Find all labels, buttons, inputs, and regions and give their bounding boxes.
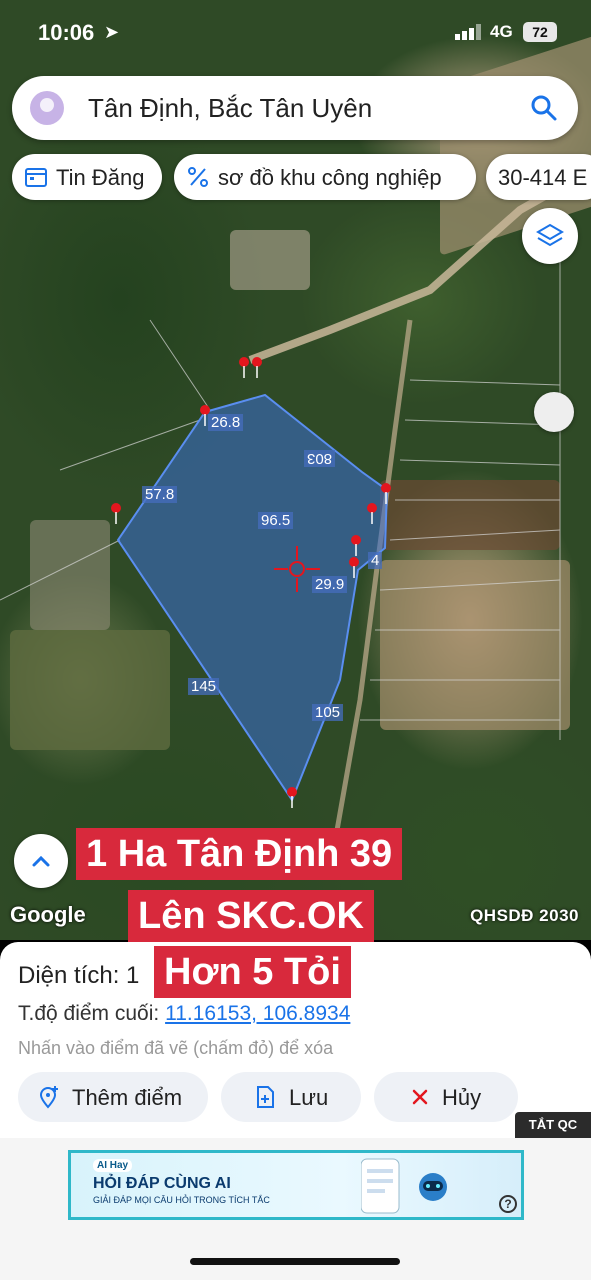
segment-length-label: 29.9 <box>312 576 348 593</box>
map-pin-icon[interactable] <box>286 786 298 808</box>
satellite-map[interactable]: 26.8 803 57.8 96.5 4 29.9 145 105 <box>0 0 591 940</box>
map-pin-icon[interactable] <box>350 534 362 556</box>
coordinate-label: T.độ điểm cuối: <box>18 1002 160 1025</box>
map-slider-knob[interactable] <box>534 392 574 432</box>
overlay-line-3: Hơn 5 Tỏi <box>154 946 351 998</box>
ad-banner[interactable]: AI Hay HỎI ĐÁP CÙNG AI GIẢI ĐÁP MỌI CÂU … <box>68 1150 524 1220</box>
add-point-icon <box>39 1086 58 1109</box>
segment-length-label: 145 <box>188 678 220 695</box>
segment-length-label: 57.8 <box>142 486 178 503</box>
status-time: 10:06 <box>38 20 95 45</box>
ad-area: AI Hay HỎI ĐÁP CÙNG AI GIẢI ĐÁP MỌI CÂU … <box>0 1138 591 1238</box>
percent-icon <box>188 167 208 187</box>
ad-title: HỎI ĐÁP CÙNG AI <box>93 1175 231 1192</box>
hint-text: Nhấn vào điểm đã vẽ (chấm đỏ) để xóa <box>18 1038 334 1058</box>
segment-length-label: 26.8 <box>208 414 244 431</box>
map-pin-icon[interactable] <box>380 482 392 504</box>
chip-label: sơ đồ khu công nghiệp <box>218 165 442 190</box>
coordinate-row: T.độ điểm cuối: 11.16153, 106.8934 <box>18 1002 350 1026</box>
google-logo: Google <box>10 902 86 927</box>
save-button[interactable]: Lưu <box>221 1072 361 1122</box>
segment-length-label: 105 <box>312 704 344 721</box>
status-bar: 10:06 ➤ 4G 72 <box>0 0 591 64</box>
add-point-label: Thêm điểm <box>72 1085 183 1110</box>
drawn-parcel-polygon <box>116 393 389 803</box>
segment-length-label: 96.5 <box>258 512 294 529</box>
overlay-line-1: 1 Ha Tân Định 39 <box>76 828 403 880</box>
calendar-icon <box>25 168 47 187</box>
chip-so-do-khu-cong-nghiep[interactable]: sơ đồ khu công nghiệp <box>174 154 476 200</box>
map-pin-icon[interactable] <box>238 356 250 378</box>
save-icon <box>257 1086 274 1108</box>
system-nav-area <box>0 1238 591 1280</box>
robot-icon <box>361 1158 447 1214</box>
layers-icon <box>536 223 564 247</box>
cancel-label: Hủy <box>442 1085 482 1110</box>
map-pin-icon[interactable] <box>110 502 122 524</box>
chevron-up-icon <box>32 855 50 867</box>
map-pin-icon[interactable] <box>348 556 360 578</box>
ad-brand: AI Hay <box>93 1159 133 1172</box>
chip-30-414[interactable]: 30-414 E <box>486 154 591 200</box>
layers-button[interactable] <box>522 208 578 264</box>
save-label: Lưu <box>289 1085 329 1110</box>
area-label: Diện tích: 1 <box>18 962 140 989</box>
chip-tin-dang[interactable]: Tin Đăng <box>12 154 162 200</box>
ad-subtitle: GIẢI ĐÁP MỌI CÂU HỎI TRONG TÍCH TẮC <box>93 1195 270 1205</box>
coordinate-value-link[interactable]: 11.16153, 106.8934 <box>165 1002 350 1025</box>
segment-length-label: 4 <box>368 552 383 569</box>
cancel-button[interactable]: Hủy <box>374 1072 518 1122</box>
expand-button[interactable] <box>14 834 68 888</box>
home-indicator[interactable] <box>190 1258 400 1265</box>
search-bar[interactable]: Tân Định, Bắc Tân Uyên <box>12 76 578 140</box>
chip-label: 30-414 E <box>498 165 588 190</box>
search-text[interactable]: Tân Định, Bắc Tân Uyên <box>88 93 372 124</box>
chip-label: Tin Đăng <box>56 165 145 190</box>
close-ad-button[interactable]: TẮT QC <box>515 1112 591 1138</box>
map-pin-icon[interactable] <box>366 502 378 524</box>
segment-length-label: 803 <box>304 450 336 467</box>
map-pin-icon[interactable] <box>251 356 263 378</box>
add-point-button[interactable]: Thêm điểm <box>18 1072 208 1122</box>
ad-help-icon[interactable]: ? <box>499 1195 517 1213</box>
avatar[interactable] <box>30 91 64 125</box>
network-type: 4G <box>490 22 513 41</box>
location-arrow-icon: ➤ <box>104 22 120 42</box>
battery-indicator: 72 <box>523 22 557 42</box>
overlay-line-2: Lên SKC.OK <box>128 890 374 942</box>
signal-icon <box>455 24 481 40</box>
plan-year-label: QHSDĐ 2030 <box>470 906 579 925</box>
search-icon[interactable] <box>530 94 558 122</box>
close-icon <box>412 1089 428 1105</box>
